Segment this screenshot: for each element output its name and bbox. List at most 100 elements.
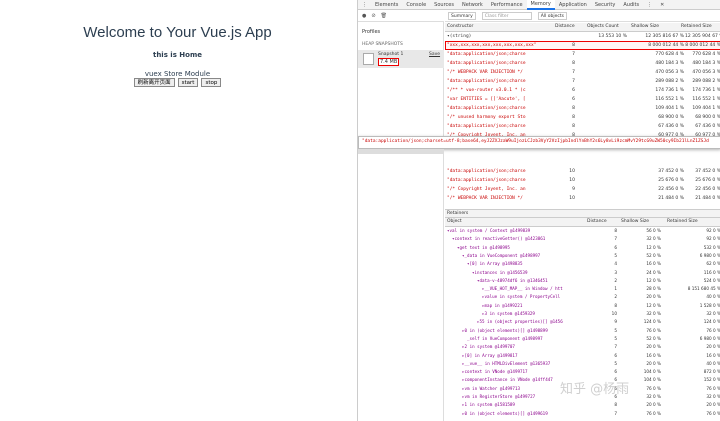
- retainer-row[interactable]: ▸map in @1499221 8 12 0 % 1 528 0 %: [445, 302, 720, 310]
- retainer-retained: 20 0 %: [706, 402, 720, 408]
- heap-row[interactable]: "/* WEBPACK VAR INJECTION */ 10 21 484 0 %…: [445, 194, 720, 203]
- col-shallow-size[interactable]: Shallow Size: [631, 24, 659, 29]
- heap-row[interactable]: "data:application/json;charse 8 109 404 1 …: [445, 104, 720, 113]
- retainer-object: ▸__VUE_HOT_MAP__ in Window / htt: [482, 286, 563, 292]
- tab-audits[interactable]: Audits: [619, 2, 643, 8]
- row-constructor: "data:application/json;charse: [447, 79, 526, 84]
- row-shallow: 25 676 0 %: [658, 178, 684, 183]
- watermark: 知乎 @杨雨: [560, 382, 630, 397]
- stop-button[interactable]: stop: [201, 78, 222, 87]
- retainer-row[interactable]: ▸55 in (object properties)[] @1456 9 124 0…: [445, 318, 720, 326]
- horizontal-scrollbar[interactable]: [358, 149, 444, 154]
- retainer-row[interactable]: ▾val in system / Context @1499839 8 56 0 %…: [445, 227, 720, 235]
- start-button[interactable]: start: [177, 78, 199, 87]
- col-distance[interactable]: Distance: [555, 24, 575, 29]
- row-constructor: "/* Copyright Joyent, Inc. an: [447, 187, 526, 192]
- devtools-menu-icon[interactable]: ⋮: [358, 2, 371, 8]
- row-constructor: "data:application/json;charse: [447, 61, 526, 66]
- retainer-object: ▾val in system / Context @1499839: [447, 228, 531, 233]
- clear-icon[interactable]: ⊘: [371, 13, 375, 19]
- row-constructor: "xxx,xxx,xxx,xxx,xxx,xxx,xxx,xxx": [447, 43, 537, 48]
- heap-row[interactable]: "data:application/json;charse 8 480 184 3 …: [445, 59, 720, 68]
- col-retained-size[interactable]: Retained Size: [681, 24, 712, 29]
- retainers-column-header: Object Distance Shallow Size Retained Si…: [445, 218, 720, 227]
- heap-row[interactable]: "data:application/json;charse 10 25 676 0 …: [445, 176, 720, 185]
- retainer-shallow: 52 0 %: [646, 335, 661, 341]
- heap-row[interactable]: "var ENTITIES = [['Aacute', [6 116 552 1 …: [445, 95, 720, 104]
- col-objects-count[interactable]: Objects Count: [587, 24, 619, 29]
- tab-memory[interactable]: Memory: [526, 0, 555, 10]
- retainer-row[interactable]: ▸0 in (object elements)[] @1499619 7 76 0 …: [445, 410, 720, 418]
- row-shallow: 21 484 0 %: [658, 196, 684, 201]
- heap-row[interactable]: ▾(string) 13 553 10 % 12 305 816 67 % 12 30…: [445, 32, 720, 41]
- heap-row[interactable]: "data:application/json;charse 7 289 088 2 …: [445, 77, 720, 86]
- retainer-retained: 152 0 %: [703, 377, 720, 383]
- ret-col-distance[interactable]: Distance: [587, 219, 607, 224]
- heap-row[interactable]: "/* Copyright Joyent, Inc. an 9 22 456 0 %…: [445, 185, 720, 194]
- row-constructor: "data:application/json;charse: [447, 124, 526, 129]
- more-options-icon[interactable]: ⋮: [643, 2, 656, 8]
- retainer-row[interactable]: ▾data-v-48974df6 in @1346451 2 12 0 % 524 0…: [445, 277, 720, 285]
- home-text: this is Home: [152, 51, 203, 59]
- heap-row[interactable]: "/** * vue-router v3.0.1 * (c 6 174 736 1 …: [445, 86, 720, 95]
- row-distance: 10: [569, 178, 575, 183]
- retainer-row[interactable]: ▸value in system / PropertyCell 2 20 0 % 40…: [445, 293, 720, 301]
- retainer-distance: 6: [614, 352, 617, 358]
- close-icon[interactable]: ✕: [656, 2, 668, 8]
- heap-row[interactable]: "data:application/json;charse 8 67 436 0 %…: [445, 122, 720, 131]
- retainer-object: ▸__vue__ in HTMLDivElement @1365937: [462, 360, 551, 366]
- retainer-row[interactable]: ▾context in reactiveGetter() @1423861 7 32…: [445, 235, 720, 243]
- tab-application[interactable]: Application: [555, 2, 591, 8]
- retainer-retained: 6 980 0 %: [699, 335, 720, 341]
- tab-elements[interactable]: Elements: [371, 2, 402, 8]
- retainer-row[interactable]: ▸1 in system @1581589 8 20 0 % 20 0 %: [445, 401, 720, 409]
- col-constructor[interactable]: Constructor: [447, 24, 473, 29]
- ret-col-shallow[interactable]: Shallow Size: [621, 219, 649, 224]
- retainer-row[interactable]: ▾instances in @1456539 3 24 0 % 116 0 %: [445, 269, 720, 277]
- heap-row[interactable]: "data:application/json;charse 7 770 628 4 …: [445, 50, 720, 59]
- retainer-row[interactable]: ▸3 in system @1459329 10 32 0 % 32 0 %: [445, 310, 720, 318]
- retainer-row[interactable]: ▸__VUE_HOT_MAP__ in Window / htt 1 28 0 % 8…: [445, 285, 720, 293]
- row-retained: 25 676 0 %: [695, 178, 720, 183]
- save-link[interactable]: Save: [429, 52, 440, 57]
- heap-row[interactable]: "data:application/json;charse 10 37 452 0 …: [445, 167, 720, 176]
- retainer-row[interactable]: ▾get text in @1498995 6 12 0 % 532 0 %: [445, 244, 720, 252]
- refresh-leave-button[interactable]: 刷新离开页面: [133, 78, 175, 87]
- retainer-distance: 5: [614, 252, 617, 258]
- tab-console[interactable]: Console: [402, 2, 430, 8]
- tab-sources[interactable]: Sources: [430, 2, 458, 8]
- record-icon[interactable]: ●: [362, 13, 366, 19]
- retainer-row[interactable]: ▸context in VNode @1499717 6 104 0 % 872 0 …: [445, 368, 720, 376]
- retainer-row[interactable]: ▸2 in system @1499707 7 20 0 % 20 0 %: [445, 343, 720, 351]
- retainer-retained: 40 0 %: [706, 294, 720, 300]
- heap-row[interactable]: "/* WEBPACK VAR INJECTION */ 7 470 056 3 %…: [445, 68, 720, 77]
- ret-col-object[interactable]: Object: [447, 219, 462, 224]
- retainer-shallow: 28 0 %: [646, 286, 661, 292]
- heap-column-header: Constructor Distance Objects Count Shall…: [445, 23, 720, 32]
- heap-row[interactable]: "/* unused harmony export Sto 8 68 900 0 %…: [445, 113, 720, 122]
- retainer-row[interactable]: ▾_data in VueComponent @1498997 5 52 0 % 6 …: [445, 252, 720, 260]
- row-distance: 9: [572, 187, 575, 192]
- heap-row[interactable]: "xxx,xxx,xxx,xxx,xxx,xxx,xxx,xxx" 8 8 000 …: [445, 41, 720, 50]
- view-select[interactable]: Summary: [448, 12, 476, 20]
- retainer-row[interactable]: _self in VueComponent @1498997 5 52 0 % 6 9…: [445, 335, 720, 343]
- row-shallow: 67 436 0 %: [658, 124, 684, 129]
- retainer-retained: 532 0 %: [703, 244, 720, 250]
- row-constructor: "/** * vue-router v3.0.1 * (c: [447, 88, 526, 93]
- trash-icon[interactable]: 🗑: [381, 13, 387, 19]
- tab-security[interactable]: Security: [591, 2, 620, 8]
- row-constructor: ▾(string): [447, 34, 472, 39]
- retainer-row[interactable]: ▾[0] in Array @1498835 4 16 0 % 62 0 %: [445, 260, 720, 268]
- retainer-row[interactable]: ▸[0] in Array @1499817 6 16 0 % 16 0 %: [445, 352, 720, 360]
- ret-col-retained[interactable]: Retained Size: [667, 219, 698, 224]
- tab-network[interactable]: Network: [458, 2, 487, 8]
- retainer-row[interactable]: ▸__vue__ in HTMLDivElement @1365937 5 20 0…: [445, 360, 720, 368]
- tab-performance[interactable]: Performance: [487, 2, 527, 8]
- retainer-retained: 32 0 %: [706, 394, 720, 399]
- objects-select[interactable]: All objects: [537, 12, 567, 20]
- retainer-object: ▸value in system / PropertyCell: [482, 294, 561, 300]
- class-filter-input[interactable]: Class filter: [481, 12, 532, 20]
- snapshot-item[interactable]: Snapshot 1 7.4 MB Save: [358, 50, 444, 68]
- retainer-row[interactable]: ▸0 in (object elements)[] @1498899 5 76 0 …: [445, 327, 720, 335]
- row-constructor: "data:application/json;charse: [447, 169, 526, 174]
